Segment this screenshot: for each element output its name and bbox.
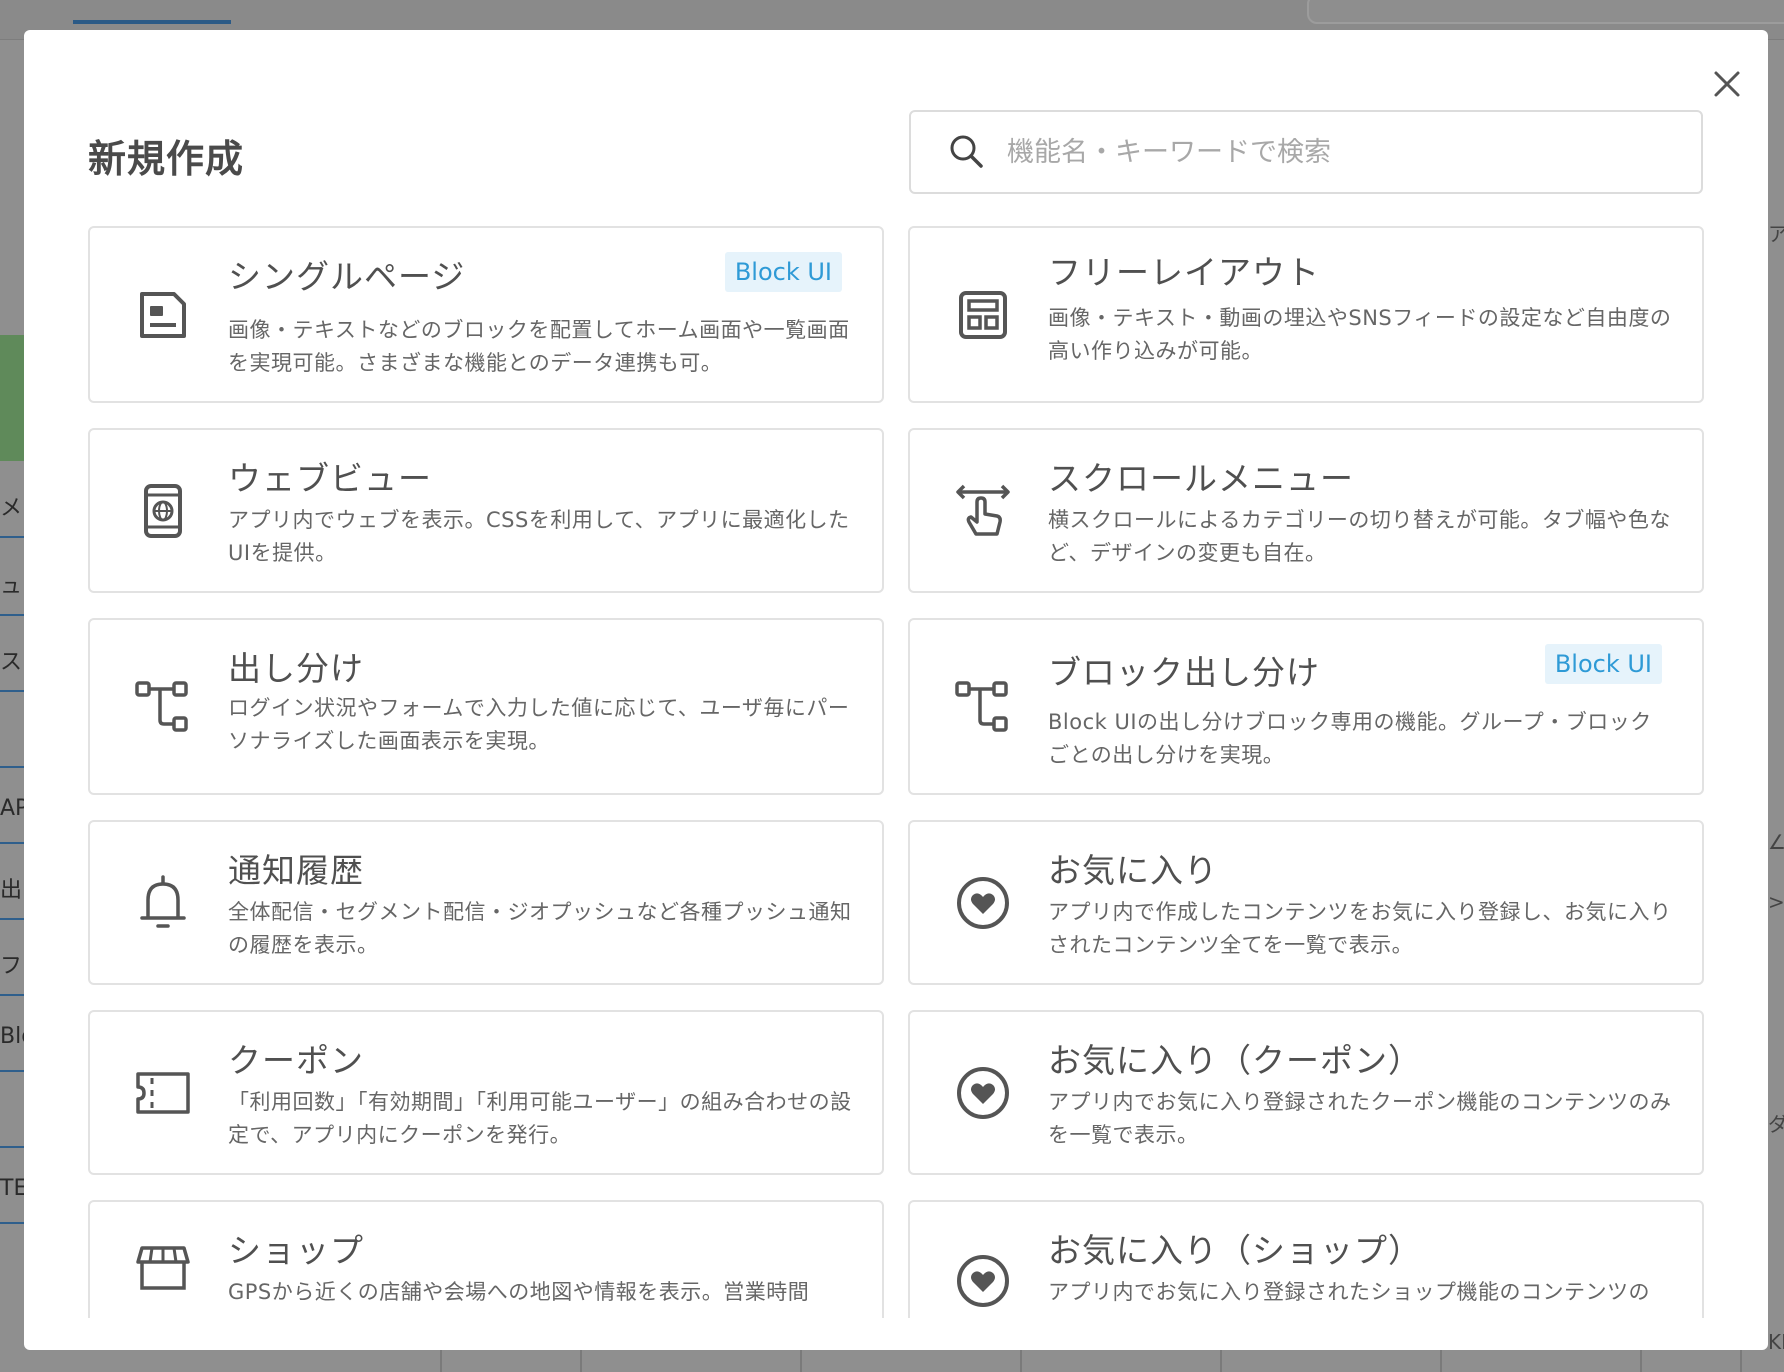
card-title: ブロック出し分け xyxy=(1048,653,1320,692)
background-right-label: > xyxy=(1768,890,1784,914)
background-sidebar-item: AP xyxy=(0,768,24,844)
card-coupon[interactable]: クーポン 「利用回数」「有効期間」「利用可能ユーザー」の組み合わせの設定で、アプ… xyxy=(88,1010,884,1175)
background-sidebar-label: スク xyxy=(0,650,24,675)
background-sidebar-label: メニ xyxy=(0,496,24,521)
card-description: GPSから近くの店舗や会場への地図や情報を表示。営業時間 xyxy=(228,1280,810,1304)
block-ui-badge: Block UI xyxy=(1544,644,1662,684)
close-button[interactable] xyxy=(1705,62,1749,106)
background-sidebar-item: ュ xyxy=(0,540,24,616)
card-title: スクロールメニュー xyxy=(1048,459,1354,498)
card-webview[interactable]: ウェブビュー アプリ内でウェブを表示。CSSを利用して、アプリに最適化したUIを… xyxy=(88,428,884,593)
heart-icon xyxy=(954,874,1012,932)
card-notification-history[interactable]: 通知履歴 全体配信・セグメント配信・ジオプッシュなど各種プッシュ通知の履歴を表示… xyxy=(88,820,884,985)
search-icon xyxy=(950,135,983,168)
background-sidebar-item: 出し xyxy=(0,844,24,920)
card-description: 全体配信・セグメント配信・ジオプッシュなど各種プッシュ通知の履歴を表示。 xyxy=(228,900,852,957)
card-title: 出し分け xyxy=(228,649,364,688)
card-description: 画像・テキスト・動画の埋込やSNSフィードの設定など自由度の高い作り込みが可能。 xyxy=(1048,306,1672,363)
background-sidebar-label: TE xyxy=(0,1176,24,1201)
card-title: お気に入り（クーポン） xyxy=(1048,1041,1422,1080)
block-ui-badge: Block UI xyxy=(724,252,842,292)
background-sidebar-item: TE xyxy=(0,1148,24,1224)
background-sidebar-item: フ xyxy=(0,920,24,996)
card-description: アプリ内でウェブを表示。CSSを利用して、アプリに最適化したUIを提供。 xyxy=(228,508,850,565)
card-description: Block UIの出し分けブロック専用の機能。グループ・ブロックごとの出し分けを… xyxy=(1048,710,1652,767)
card-description: アプリ内でお気に入り登録されたショップ機能のコンテンツの xyxy=(1048,1280,1650,1304)
card-title: フリーレイアウト xyxy=(1048,253,1320,292)
background-sidebar-label: 出し xyxy=(0,878,24,903)
page-icon xyxy=(134,286,192,344)
card-description: ログイン状況やフォームで入力した値に応じて、ユーザ毎にパーソナライズした画面表示… xyxy=(228,696,850,753)
background-sidebar-item xyxy=(0,692,24,768)
coupon-icon xyxy=(134,1064,192,1122)
background-sidebar-item: Blo xyxy=(0,996,24,1072)
webview-icon xyxy=(134,482,192,540)
card-shop[interactable]: ショップ GPSから近くの店舗や会場への地図や情報を表示。営業時間 xyxy=(88,1200,884,1318)
branch-icon xyxy=(134,678,192,736)
card-title: シングルページ xyxy=(228,257,466,296)
layout-icon xyxy=(954,286,1012,344)
background-sidebar-item: スク xyxy=(0,616,24,692)
swipe-icon xyxy=(954,482,1012,540)
card-title: クーポン xyxy=(228,1041,364,1080)
card-description: 「利用回数」「有効期間」「利用可能ユーザー」の組み合わせの設定で、アプリ内にクー… xyxy=(228,1090,852,1147)
card-title: 通知履歴 xyxy=(228,851,364,890)
background-sidebar-label: Blo xyxy=(0,1024,24,1049)
card-title: お気に入り xyxy=(1048,851,1218,890)
card-single-page[interactable]: シングルページ Block UI 画像・テキストなどのブロックを配置してホーム画… xyxy=(88,226,884,403)
card-free-layout[interactable]: フリーレイアウト 画像・テキスト・動画の埋込やSNSフィードの設定など自由度の高… xyxy=(908,226,1704,403)
card-description: 画像・テキストなどのブロックを配置してホーム画面や一覧画面を実現可能。さまざまな… xyxy=(228,318,850,375)
card-title: ウェブビュー xyxy=(228,459,432,498)
heart-icon xyxy=(954,1064,1012,1122)
modal-title: 新規作成 xyxy=(88,137,245,181)
background-right-label: ダ xyxy=(1768,1112,1784,1136)
background-sidebar-label: フ xyxy=(0,954,23,979)
feature-card-grid: シングルページ Block UI 画像・テキストなどのブロックを配置してホーム画… xyxy=(88,226,1708,1318)
card-title: お気に入り（ショップ） xyxy=(1048,1231,1422,1270)
create-new-modal: 新規作成 シングルページ Block UI 画像・テキストなどのブロックを配置し… xyxy=(24,30,1768,1350)
card-favorites[interactable]: お気に入り アプリ内で作成したコンテンツをお気に入り登録し、お気に入りされたコン… xyxy=(908,820,1704,985)
background-table-columns xyxy=(440,1350,1784,1372)
background-sidebar-item xyxy=(0,1072,24,1148)
search-box[interactable] xyxy=(909,110,1703,194)
heart-icon xyxy=(954,1252,1012,1310)
card-description: アプリ内でお気に入り登録されたクーポン機能のコンテンツのみを一覧で表示。 xyxy=(1048,1090,1672,1147)
background-sidebar-label: ュ xyxy=(0,574,23,599)
card-description: アプリ内で作成したコンテンツをお気に入り登録し、お気に入りされたコンテンツ全てを… xyxy=(1048,900,1672,957)
background-active-tab-indicator xyxy=(73,20,231,24)
background-search-field xyxy=(1307,0,1784,24)
bell-icon xyxy=(134,874,192,932)
card-favorites-coupon[interactable]: お気に入り（クーポン） アプリ内でお気に入り登録されたクーポン機能のコンテンツの… xyxy=(908,1010,1704,1175)
card-description: 横スクロールによるカテゴリーの切り替えが可能。タブ幅や色など、デザインの変更も自… xyxy=(1048,508,1671,565)
card-scroll-menu[interactable]: スクロールメニュー 横スクロールによるカテゴリーの切り替えが可能。タブ幅や色など… xyxy=(908,428,1704,593)
card-favorites-shop[interactable]: お気に入り（ショップ） アプリ内でお気に入り登録されたショップ機能のコンテンツの xyxy=(908,1200,1704,1318)
background-right-label: ア xyxy=(1768,222,1784,246)
card-title: ショップ xyxy=(228,1231,364,1270)
card-conditional-display[interactable]: 出し分け ログイン状況やフォームで入力した値に応じて、ユーザ毎にパーソナライズし… xyxy=(88,618,884,795)
search-input[interactable] xyxy=(1007,112,1701,192)
close-icon xyxy=(1714,71,1740,97)
background-sidebar-label: AP xyxy=(0,796,24,821)
branch-icon xyxy=(954,678,1012,736)
background-preview-panel xyxy=(0,335,24,461)
background-right-label: ∠ xyxy=(1768,830,1784,854)
shop-icon xyxy=(134,1238,192,1296)
card-block-conditional-display[interactable]: ブロック出し分け Block UI Block UIの出し分けブロック専用の機能… xyxy=(908,618,1704,795)
background-sidebar-item: メニ xyxy=(0,462,24,538)
